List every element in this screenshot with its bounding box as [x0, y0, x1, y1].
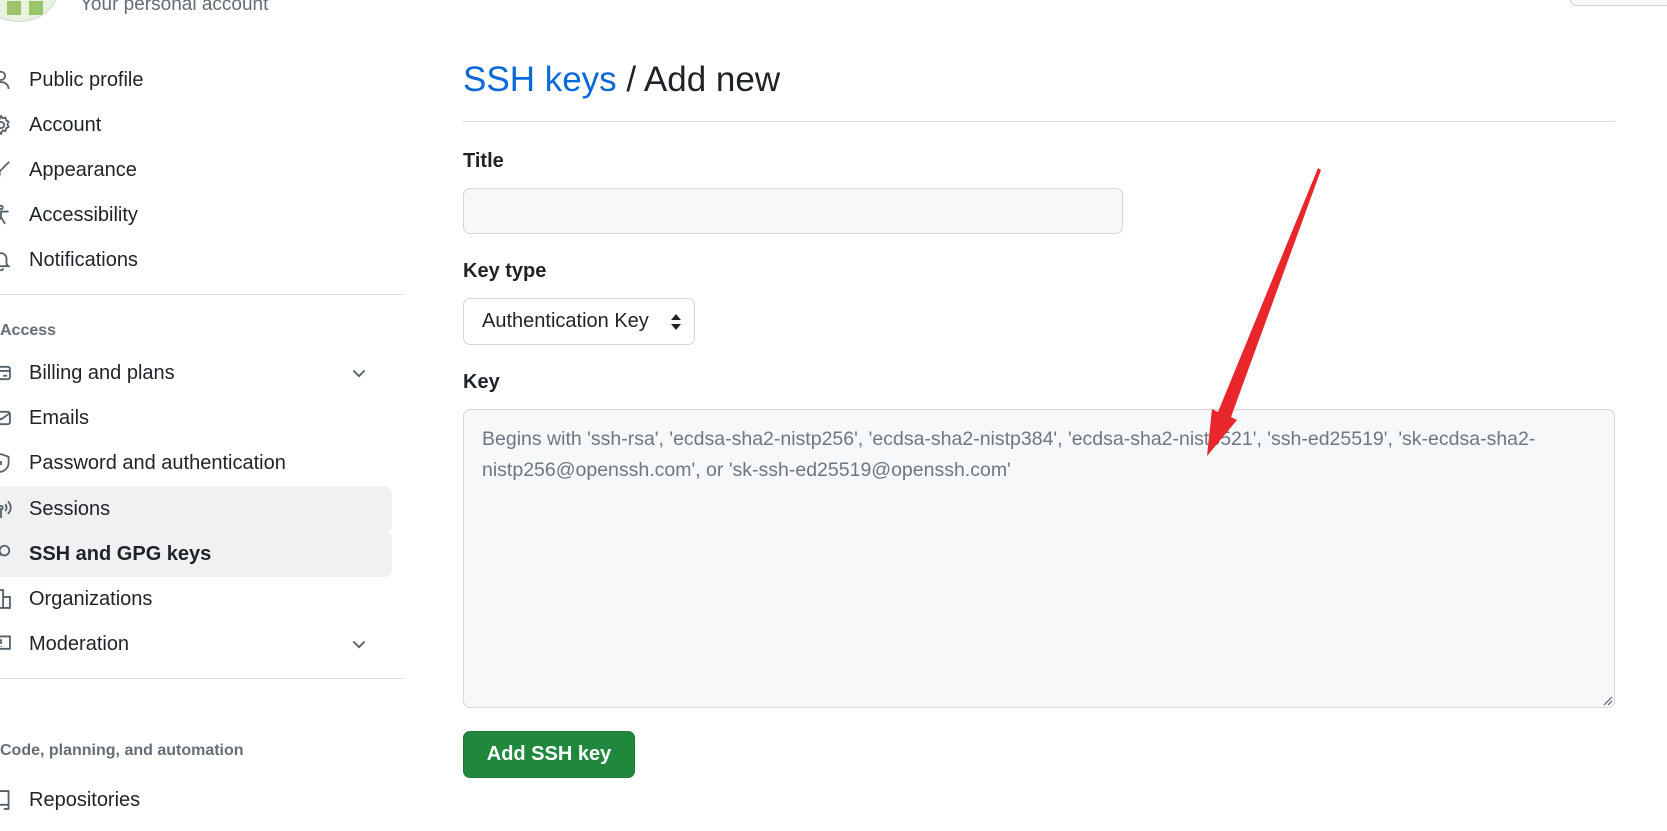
sidebar-item-label: Repositories [29, 788, 141, 811]
sidebar-item-moderation[interactable]: Moderation [0, 621, 392, 667]
sidebar-item-label: Sessions [29, 497, 111, 520]
mail-icon [0, 407, 20, 429]
select-arrows-icon [671, 314, 681, 330]
chevron-down-icon[interactable] [349, 634, 369, 654]
key-type-select[interactable]: Authentication Key [463, 298, 695, 345]
organization-icon [0, 588, 20, 610]
page-title: SSH keys / Add new [463, 60, 780, 100]
credit-card-icon [0, 362, 20, 384]
broadcast-icon [0, 498, 20, 520]
gear-icon [0, 114, 20, 136]
sidebar-item-password-authentication[interactable]: Password and authentication [0, 440, 392, 486]
key-type-selected-value: Authentication Key [482, 310, 649, 332]
key-textarea[interactable] [463, 409, 1615, 708]
title-field-label: Title [463, 150, 504, 172]
report-icon [0, 633, 20, 655]
sidebar-divider [0, 294, 403, 295]
sidebar-item-accessibility[interactable]: Accessibility [0, 192, 392, 238]
sidebar-item-notifications[interactable]: Notifications [0, 237, 392, 283]
key-field-label: Key [463, 371, 500, 393]
sidebar-item-billing[interactable]: Billing and plans [0, 350, 392, 396]
repo-icon [0, 789, 20, 811]
sidebar-item-emails[interactable]: Emails [0, 395, 392, 441]
shield-lock-icon [0, 452, 20, 474]
sidebar-divider [0, 678, 403, 679]
sidebar-item-appearance[interactable]: Appearance [0, 147, 392, 193]
resize-grip-icon[interactable] [1601, 694, 1613, 706]
chevron-down-icon[interactable] [349, 363, 369, 383]
sidebar-item-label: Password and authentication [29, 451, 286, 474]
section-heading-access: Access [0, 322, 57, 339]
key-icon [0, 543, 20, 565]
title-divider [463, 121, 1615, 122]
sidebar-item-label: Account [29, 113, 102, 136]
sidebar-item-label: Emails [29, 406, 90, 429]
person-icon [0, 69, 20, 91]
key-type-label: Key type [463, 260, 547, 282]
sidebar-item-label: Billing and plans [29, 361, 175, 384]
bell-icon [0, 249, 20, 271]
sidebar-item-repositories[interactable]: Repositories [0, 777, 392, 823]
go-to-profile-button[interactable] [1570, 0, 1667, 6]
breadcrumb-separator: / [616, 60, 644, 99]
sidebar-item-organizations[interactable]: Organizations [0, 576, 392, 622]
sidebar-item-ssh-gpg-keys[interactable]: SSH and GPG keys [0, 531, 392, 577]
sidebar-item-label: Organizations [29, 587, 153, 610]
sidebar-item-label: Public profile [29, 68, 144, 91]
settings-sidebar: Public profile Account Appearance Access… [0, 0, 404, 831]
breadcrumb-ssh-keys-link[interactable]: SSH keys [463, 60, 617, 99]
sidebar-item-sessions[interactable]: Sessions [0, 486, 392, 532]
sidebar-item-label: Moderation [29, 632, 130, 655]
sidebar-item-public-profile[interactable]: Public profile [0, 57, 392, 103]
sidebar-item-account[interactable]: Account [0, 102, 392, 148]
section-heading-code-planning: Code, planning, and automation [0, 742, 244, 759]
sidebar-item-label: Accessibility [29, 203, 138, 226]
add-ssh-key-button[interactable]: Add SSH key [463, 731, 635, 778]
sidebar-item-label: Appearance [29, 158, 137, 181]
sidebar-item-label: Notifications [29, 248, 138, 271]
breadcrumb-current: Add new [643, 60, 781, 99]
paintbrush-icon [0, 159, 20, 181]
accessibility-icon [0, 204, 20, 226]
title-input[interactable] [463, 188, 1123, 234]
sidebar-item-label: SSH and GPG keys [29, 542, 212, 565]
